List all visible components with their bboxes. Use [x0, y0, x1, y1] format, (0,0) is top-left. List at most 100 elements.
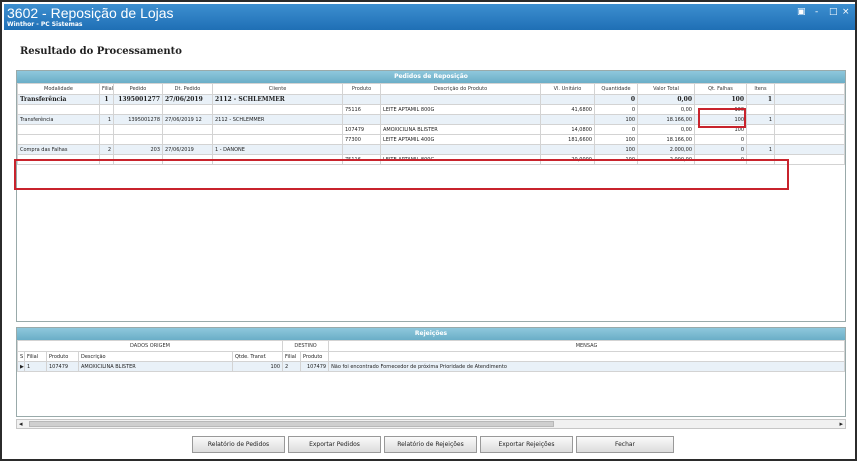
cell-filler	[774, 154, 845, 165]
cell-modalidade: Compra das Falhas	[17, 144, 100, 155]
cell-qt-falhas: 0	[694, 144, 747, 155]
cell-pedido	[113, 154, 163, 165]
col-header-qt-falhas[interactable]: Qt. Falhas	[694, 83, 747, 95]
window-title: 3602 - Reposição de Lojas	[7, 5, 174, 21]
cell-itens: 1	[746, 144, 775, 155]
cell-itens	[746, 154, 775, 165]
cell-filler	[774, 124, 845, 135]
cell-produto: 77300	[342, 134, 381, 145]
col-header-descricao[interactable]: Descrição do Produto	[380, 83, 541, 95]
cell-quantidade: 100	[594, 134, 638, 145]
cell-filler	[774, 144, 845, 155]
cell-filial: 2	[99, 144, 114, 155]
rej-col-header-qtde-transf[interactable]: Qtde. Transf.	[231, 351, 284, 362]
exportar-pedidos-button[interactable]: Exportar Pedidos	[288, 436, 381, 453]
cell-pedido	[113, 124, 163, 135]
row-selector-icon[interactable]: ▶	[17, 361, 25, 372]
cell-itens: 1	[746, 114, 775, 125]
rej-col-header-produto-origem[interactable]: Produto	[46, 351, 79, 362]
pedido-row[interactable]: 75116 LEITE APTAMIL 800G 41,6800 0 0,00 100	[17, 104, 845, 115]
scroll-left-icon[interactable]: ◂	[19, 420, 23, 428]
relatorio-rejeicoes-button[interactable]: Relatório de Rejeições	[384, 436, 477, 453]
pedido-row[interactable]: 75116 LEITE APTAMIL 800G 20,0000 100 2.000,0…	[17, 154, 845, 165]
cell-valor-total: 18.166,00	[637, 134, 695, 145]
rej-cell-filial-destino: 2	[282, 361, 302, 372]
col-header-vl-unitario[interactable]: Vl. Unitário	[540, 83, 595, 95]
cell-pedido: 1395001277	[113, 94, 163, 105]
col-header-filler	[774, 83, 845, 95]
cell-filial: 1	[99, 94, 114, 105]
restore-icon[interactable]: ▣	[797, 7, 806, 17]
pedidos-panel-title: Pedidos de Reposição	[17, 71, 845, 83]
cell-cliente: 2112 - SCHLEMMER	[212, 94, 343, 105]
cell-descricao: AMOXICILINA BLISTER	[380, 124, 541, 135]
col-header-filial[interactable]: Filial	[99, 83, 114, 95]
cell-qt-falhas: 100	[694, 104, 747, 115]
rejeicoes-panel-title: Rejeições	[17, 328, 845, 340]
cell-modalidade: Transferência	[17, 114, 100, 125]
group-dados-origem: DADOS ORIGEM	[16, 340, 284, 352]
cell-produto	[342, 144, 381, 155]
cell-vl-unitario	[540, 114, 595, 125]
rejeicao-row[interactable]: ▶ 1 107479 AMOXICILINA BLISTER 100 2 107479 Não…	[17, 361, 845, 372]
cell-dt-pedido: 27/06/2019	[162, 144, 213, 155]
cell-qt-falhas: 100	[694, 94, 747, 105]
pedido-row[interactable]: Compra das Falhas 2 203 27/06/2019 1 - DANON…	[17, 144, 845, 155]
cell-dt-pedido	[162, 124, 213, 135]
cell-descricao	[380, 144, 541, 155]
cell-pedido	[113, 134, 163, 145]
cell-pedido	[113, 104, 163, 115]
rej-col-header-filial-origem[interactable]: Filial	[24, 351, 47, 362]
group-mensagem: MENSAG	[328, 340, 845, 352]
scroll-right-icon[interactable]: ▸	[839, 420, 843, 428]
col-header-dt-pedido[interactable]: Dt. Pedido	[162, 83, 213, 95]
col-header-produto[interactable]: Produto	[342, 83, 381, 95]
cell-valor-total: 2.000,00	[637, 144, 695, 155]
maximize-icon[interactable]: □	[829, 7, 838, 17]
cell-modalidade	[17, 154, 100, 165]
cell-dt-pedido	[162, 154, 213, 165]
cell-descricao: LEITE APTAMIL 400G	[380, 134, 541, 145]
rej-col-header-status[interactable]: S	[17, 351, 25, 362]
col-header-cliente[interactable]: Cliente	[212, 83, 343, 95]
cell-dt-pedido	[162, 134, 213, 145]
pedido-row[interactable]: Transferência 1 1395001278 27/06/2019 12 211…	[17, 114, 845, 125]
pedido-row[interactable]: 107479 AMOXICILINA BLISTER 14,0800 0 0,00 100	[17, 124, 845, 135]
cell-itens	[746, 104, 775, 115]
cell-filial: 1	[99, 114, 114, 125]
rej-col-header-mensagem[interactable]	[328, 351, 845, 362]
cell-qt-falhas: 0	[694, 154, 747, 165]
fechar-button[interactable]: Fechar	[576, 436, 674, 453]
scroll-thumb[interactable]	[29, 421, 554, 427]
rej-col-header-produto-destino[interactable]: Produto	[300, 351, 330, 362]
cell-modalidade: Transferência	[17, 94, 100, 105]
cell-filler	[774, 134, 845, 145]
cell-produto: 75116	[342, 154, 381, 165]
cell-vl-unitario	[540, 144, 595, 155]
title-bar[interactable]: 3602 - Reposição de Lojas Winthor - PC S…	[4, 4, 855, 30]
cell-filler	[774, 94, 845, 105]
rejeicoes-panel: Rejeições DADOS ORIGEM DESTINO MENSAG SF…	[16, 327, 846, 417]
rej-col-header-descricao[interactable]: Descrição	[78, 351, 233, 362]
col-header-modalidade[interactable]: Modalidade	[17, 83, 100, 95]
rej-col-header-filial-destino[interactable]: Filial	[282, 351, 302, 362]
col-header-valor-total[interactable]: Valor Total	[637, 83, 695, 95]
cell-vl-unitario: 14,0800	[540, 124, 595, 135]
cell-valor-total: 18.166,00	[637, 114, 695, 125]
horizontal-scrollbar[interactable]: ◂ ▸	[16, 419, 846, 429]
col-header-pedido[interactable]: Pedido	[113, 83, 163, 95]
cell-cliente: 1 - DANONE	[212, 144, 343, 155]
rej-cell-filial-origem: 1	[24, 361, 47, 372]
close-icon[interactable]: ×	[842, 7, 850, 17]
rej-cell-qtde-transf: 100	[231, 361, 284, 372]
col-header-itens[interactable]: Itens	[746, 83, 775, 95]
exportar-rejeicoes-button[interactable]: Exportar Rejeições	[480, 436, 573, 453]
pedido-row[interactable]: Transferência 1 1395001277 27/06/2019 2112 -…	[17, 94, 845, 105]
cell-dt-pedido	[162, 104, 213, 115]
app-window: 3602 - Reposição de Lojas Winthor - PC S…	[0, 0, 857, 461]
cell-filial	[99, 154, 114, 165]
col-header-quantidade[interactable]: Quantidade	[594, 83, 638, 95]
minimize-icon[interactable]: -	[815, 7, 818, 17]
relatorio-pedidos-button[interactable]: Relatório de Pedidos	[192, 436, 285, 453]
pedido-row[interactable]: 77300 LEITE APTAMIL 400G 181,6600 100 18.166…	[17, 134, 845, 145]
